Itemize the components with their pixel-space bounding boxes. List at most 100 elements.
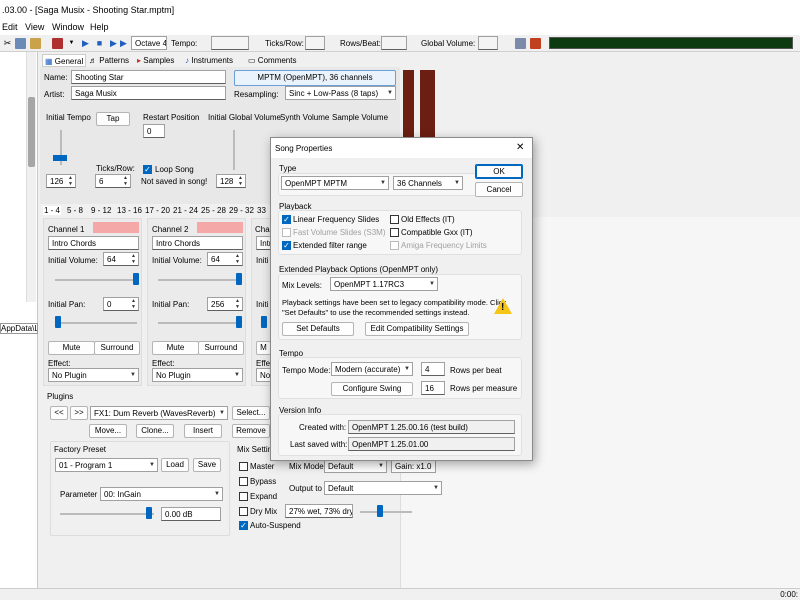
channel-2-name[interactable]: Intro Chords xyxy=(152,236,243,250)
channel-3-name[interactable]: Intr xyxy=(256,236,271,250)
play-from-icon[interactable]: ▶ xyxy=(118,38,129,49)
menu-edit[interactable]: Edit xyxy=(2,22,18,32)
tab-comments[interactable]: ▭ Comments xyxy=(248,54,296,67)
parameter-slider-thumb[interactable] xyxy=(146,507,152,519)
plugin-move-button[interactable]: Move... xyxy=(89,424,127,438)
preset-save-button[interactable]: Save xyxy=(193,458,221,472)
resampling-select[interactable]: Sinc + Low-Pass (8 taps) ▼ xyxy=(285,86,396,100)
auto-suspend-checkbox[interactable]: ✓ xyxy=(239,521,248,530)
channel-tab-5-8[interactable]: 5 - 8 xyxy=(67,206,83,215)
channel-1-surround-button[interactable]: Surround xyxy=(94,341,140,355)
channel-3-effect-select[interactable]: No xyxy=(256,368,271,382)
configure-swing-button[interactable]: Configure Swing xyxy=(331,382,413,396)
stop-icon[interactable]: ■ xyxy=(94,38,105,49)
channel-3-pan-thumb[interactable] xyxy=(261,316,267,328)
play-icon[interactable]: ▶ xyxy=(80,38,91,49)
channel-2-volume-spin[interactable]: ▲ ▼ xyxy=(233,253,242,265)
channel-1-name[interactable]: Intro Chords xyxy=(48,236,139,250)
rows-per-measure-input[interactable]: 16 xyxy=(421,381,445,395)
rows-beat-field[interactable] xyxy=(381,36,407,50)
midi-icon[interactable] xyxy=(530,38,541,49)
channel-tab-13-16[interactable]: 13 - 16 xyxy=(117,206,142,215)
channel-tab-17-20[interactable]: 17 - 20 xyxy=(145,206,170,215)
extended-filter-checkbox[interactable]: ✓ xyxy=(282,241,291,250)
parameter-select[interactable]: 00: InGain ▼ xyxy=(100,487,223,501)
tree-scrollbar[interactable] xyxy=(26,52,36,302)
dialog-close-icon[interactable]: ✕ xyxy=(516,142,524,153)
plugin-remove-button[interactable]: Remove xyxy=(232,424,270,438)
format-button[interactable]: MPTM (OpenMPT), 36 channels xyxy=(234,70,396,86)
plugin-prev-button[interactable]: << xyxy=(50,406,68,420)
channel-tab-9-12[interactable]: 9 - 12 xyxy=(91,206,111,215)
channel-2-color[interactable] xyxy=(197,222,243,233)
channel-1-pan-thumb[interactable] xyxy=(55,316,61,328)
settings-icon[interactable] xyxy=(515,38,526,49)
parameter-value-field[interactable]: 0.00 dB xyxy=(161,507,221,521)
tap-button[interactable]: Tap xyxy=(96,112,130,126)
record-icon[interactable] xyxy=(52,38,63,49)
plugin-select-button[interactable]: Select... xyxy=(232,406,270,420)
channel-1-mute-button[interactable]: Mute xyxy=(48,341,95,355)
tab-samples[interactable]: ▸ Samples xyxy=(137,54,174,67)
dry-mix-checkbox[interactable] xyxy=(239,507,248,516)
paste-icon[interactable] xyxy=(30,38,41,49)
channel-tab-21-24[interactable]: 21 - 24 xyxy=(173,206,198,215)
channel-tab-33[interactable]: 33 xyxy=(257,206,266,215)
tab-general[interactable]: ▦ General xyxy=(42,54,87,67)
bypass-checkbox[interactable] xyxy=(239,477,248,486)
tab-patterns[interactable]: ♬ Patterns xyxy=(89,54,129,67)
tempo-slider-thumb[interactable] xyxy=(53,155,67,161)
channel-1-effect-select[interactable]: No Plugin ▼ xyxy=(48,368,139,382)
ticks-row-field[interactable] xyxy=(305,36,325,50)
channel-2-surround-button[interactable]: Surround xyxy=(198,341,244,355)
fast-volume-checkbox[interactable] xyxy=(282,228,291,237)
channel-1-volume-thumb[interactable] xyxy=(133,273,139,285)
channel-tab-25-28[interactable]: 25 - 28 xyxy=(201,206,226,215)
old-effects-checkbox[interactable] xyxy=(390,215,399,224)
tempo-mode-select[interactable]: Modern (accurate) ▼ xyxy=(331,362,413,376)
channel-3-mute-button[interactable]: M xyxy=(256,341,271,355)
artist-input[interactable]: Saga Musix xyxy=(71,86,226,100)
ticks-row-spin[interactable]: ▲ ▼ xyxy=(121,175,130,187)
copy-icon[interactable] xyxy=(15,38,26,49)
channel-tab-1-4[interactable]: 1 - 4 xyxy=(43,206,62,215)
menu-view[interactable]: View xyxy=(25,22,44,32)
preset-select[interactable]: 01 - Program 1 ▼ xyxy=(55,458,158,472)
loop-song-checkbox[interactable]: ✓ xyxy=(143,165,152,174)
tree-scroll-thumb[interactable] xyxy=(28,97,35,167)
compatible-gxx-checkbox[interactable] xyxy=(390,228,399,237)
tempo-field[interactable] xyxy=(211,36,249,50)
channel-2-mute-button[interactable]: Mute xyxy=(152,341,199,355)
dialog-ok-button[interactable]: OK xyxy=(475,164,523,179)
preset-load-button[interactable]: Load xyxy=(161,458,189,472)
channel-1-volume-spin[interactable]: ▲ ▼ xyxy=(129,253,138,265)
restart-position-input[interactable]: 0 xyxy=(143,124,165,138)
channel-2-effect-select[interactable]: No Plugin ▼ xyxy=(152,368,243,382)
linear-freq-checkbox[interactable]: ✓ xyxy=(282,215,291,224)
dialog-cancel-button[interactable]: Cancel xyxy=(475,182,523,197)
channels-select[interactable]: 36 Channels ▼ xyxy=(393,176,463,190)
master-checkbox[interactable] xyxy=(239,462,248,471)
channel-2-pan-thumb[interactable] xyxy=(236,316,242,328)
wet-dry-slider-thumb[interactable] xyxy=(377,505,383,517)
cut-icon[interactable]: ✂ xyxy=(2,38,13,49)
amiga-freq-checkbox[interactable] xyxy=(390,241,399,250)
octave-select[interactable]: Octave 4 xyxy=(131,36,167,50)
set-defaults-button[interactable]: Set Defaults xyxy=(282,322,354,336)
tempo-spin[interactable]: ▲ ▼ xyxy=(66,175,75,187)
mix-levels-select[interactable]: OpenMPT 1.17RC3 ▼ xyxy=(330,277,438,291)
global-volume-field[interactable] xyxy=(478,36,498,50)
global-volume-spin[interactable]: ▲ ▼ xyxy=(236,175,245,187)
rows-per-beat-input[interactable]: 4 xyxy=(421,362,445,376)
dropdown-arrow-icon[interactable]: ▼ xyxy=(66,38,77,49)
plugin-insert-button[interactable]: Insert xyxy=(184,424,222,438)
channel-2-volume-thumb[interactable] xyxy=(236,273,242,285)
plugin-clone-button[interactable]: Clone... xyxy=(136,424,174,438)
type-select[interactable]: OpenMPT MPTM ▼ xyxy=(281,176,389,190)
channel-1-color[interactable] xyxy=(93,222,139,233)
channel-tab-29-32[interactable]: 29 - 32 xyxy=(229,206,254,215)
mix-mode-select[interactable]: Default ▼ xyxy=(324,459,387,473)
channel-2-pan-spin[interactable]: ▲ ▼ xyxy=(233,298,242,310)
output-to-select[interactable]: Default ▼ xyxy=(324,481,442,495)
edit-compat-button[interactable]: Edit Compatibility Settings xyxy=(365,322,469,336)
